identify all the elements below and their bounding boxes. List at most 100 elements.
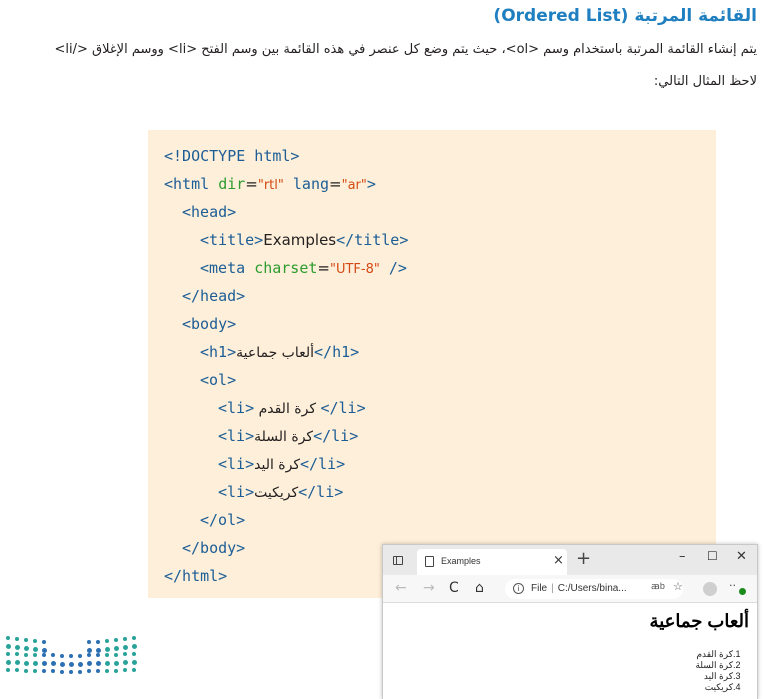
list-item-text: كرة اليد [703, 671, 733, 681]
code-line-li: <li>كرة اليد</li> [218, 451, 345, 477]
logo-dot [60, 661, 65, 667]
close-window-button[interactable]: ✕ [736, 549, 747, 564]
code-li-open: <li> [218, 455, 255, 473]
logo-dot [33, 660, 38, 666]
code-ol-close: </ol> [200, 511, 246, 529]
list-item-text: كرة السلة [695, 660, 733, 670]
url-scheme-label: File [531, 583, 548, 594]
logo-dot [51, 653, 55, 658]
logo-dot [69, 661, 74, 667]
code-html-tag: <html [164, 175, 219, 193]
code-line-li: <li> كرة القدم </li> [218, 395, 366, 421]
logo-dot [24, 646, 29, 652]
read-aloud-icon[interactable]: ꜳb [651, 581, 665, 592]
logo-dot [33, 652, 37, 657]
code-attr-lang: lang [283, 175, 330, 193]
code-line-html-close: </html> [164, 563, 227, 589]
list-item: 2.كرة السلة [695, 660, 743, 671]
logo-dot [15, 668, 19, 673]
forward-arrow-icon[interactable]: → [423, 580, 435, 596]
code-line-doctype: <!DOCTYPE html> [164, 143, 299, 169]
code-title-text: Examples [263, 231, 337, 249]
list-item-number: 3. [733, 671, 741, 681]
code-body-open: <body> [182, 315, 237, 333]
tab-close-icon[interactable]: × [553, 553, 564, 568]
tab-actions-icon[interactable] [393, 556, 403, 565]
logo-dot [87, 653, 91, 658]
info-icon[interactable]: i [513, 583, 524, 594]
logo-dot [33, 638, 37, 643]
logo-dot [6, 668, 10, 672]
rendered-ordered-list: 1.كرة القدم 2.كرة السلة 3.كرة اليد 4.كري… [695, 649, 743, 693]
new-tab-button[interactable]: + [576, 548, 591, 569]
logo-dot [96, 661, 101, 667]
code-li-open: <li> [218, 427, 255, 445]
back-arrow-icon[interactable]: ← [395, 580, 407, 596]
logo-dot [132, 668, 136, 672]
logo-dot [96, 639, 100, 644]
update-badge [739, 588, 746, 595]
logo-dot [24, 668, 28, 673]
browser-tab-bar: Examples × + – ☐ ✕ [383, 545, 757, 575]
code-val-rtl: "rtl" [257, 178, 284, 193]
code-h1-open: <h1> [200, 343, 237, 361]
logo-dot [78, 661, 83, 667]
home-icon[interactable]: ⌂ [475, 580, 484, 596]
logo-dot [15, 660, 20, 666]
intro-paragraph-line-1: يتم إنشاء القائمة المرتبة باستخدام وسم <… [54, 42, 757, 57]
logo-dot [105, 660, 110, 666]
logo-dot [105, 638, 109, 643]
code-li-open: <li> [218, 399, 255, 417]
logo-dot [114, 646, 119, 652]
code-val-ar: "ar" [341, 178, 367, 193]
address-text: File | C:/Users/bina... [531, 583, 627, 594]
code-line-li: <li>كريكيت</li> [218, 479, 343, 505]
code-li-close: </li> [300, 455, 346, 473]
code-title-open: <title> [200, 231, 264, 249]
logo-dot [132, 636, 136, 640]
logo-dot [114, 660, 119, 666]
code-example-box: <!DOCTYPE html> <html dir="rtl" lang="ar… [148, 130, 716, 598]
refresh-icon[interactable]: C [449, 580, 459, 596]
logo-dot [33, 646, 38, 652]
logo-dot [123, 652, 127, 657]
list-item: 1.كرة القدم [695, 649, 743, 660]
code-li-open: <li> [218, 483, 255, 501]
code-line-h1: <h1>ألعاب جماعية</h1> [200, 339, 359, 365]
logo-dot [123, 668, 127, 673]
logo-dot [42, 669, 46, 674]
logo-dot [60, 669, 64, 674]
logo-dot [42, 639, 46, 644]
code-li-close: </li> [320, 399, 366, 417]
logo-dot [114, 652, 118, 657]
code-line-ol-open: <ol> [200, 367, 236, 393]
code-h1-text: ألعاب جماعية [236, 345, 315, 361]
maximize-button[interactable]: ☐ [707, 549, 718, 563]
logo-dot [24, 638, 28, 643]
code-val-utf8: "UTF-8" [329, 262, 380, 277]
code-li-close: </li> [313, 427, 359, 445]
code-meta-open: <meta [200, 259, 255, 277]
browser-toolbar: ← → C ⌂ i File | C:/Users/bina... ꜳb ☆ ·· [383, 575, 757, 603]
add-favorite-icon[interactable]: ☆ [673, 580, 683, 593]
logo-dot [123, 637, 127, 642]
browser-tab[interactable]: Examples × [417, 549, 567, 575]
ministry-logo [0, 628, 150, 699]
intro-paragraph-line-2: لاحظ المثال التالي: [653, 74, 757, 89]
code-head-close: </head> [182, 287, 246, 305]
code-li-text: كرة اليد [254, 457, 301, 473]
logo-dot [132, 660, 137, 665]
logo-dot [105, 668, 109, 673]
logo-dot [123, 645, 128, 651]
profile-avatar[interactable] [703, 582, 717, 596]
section-heading: القائمة المرتبة (Ordered List) [493, 6, 757, 26]
minimize-button[interactable]: – [679, 549, 686, 564]
code-doctype: <!DOCTYPE html> [164, 147, 300, 165]
logo-dot [33, 668, 37, 673]
logo-dot [15, 645, 20, 651]
more-options-icon[interactable]: ·· [729, 579, 736, 592]
code-title-close: </title> [336, 231, 409, 249]
logo-dot [114, 668, 118, 673]
logo-dot [24, 652, 28, 657]
logo-dot [87, 640, 91, 645]
